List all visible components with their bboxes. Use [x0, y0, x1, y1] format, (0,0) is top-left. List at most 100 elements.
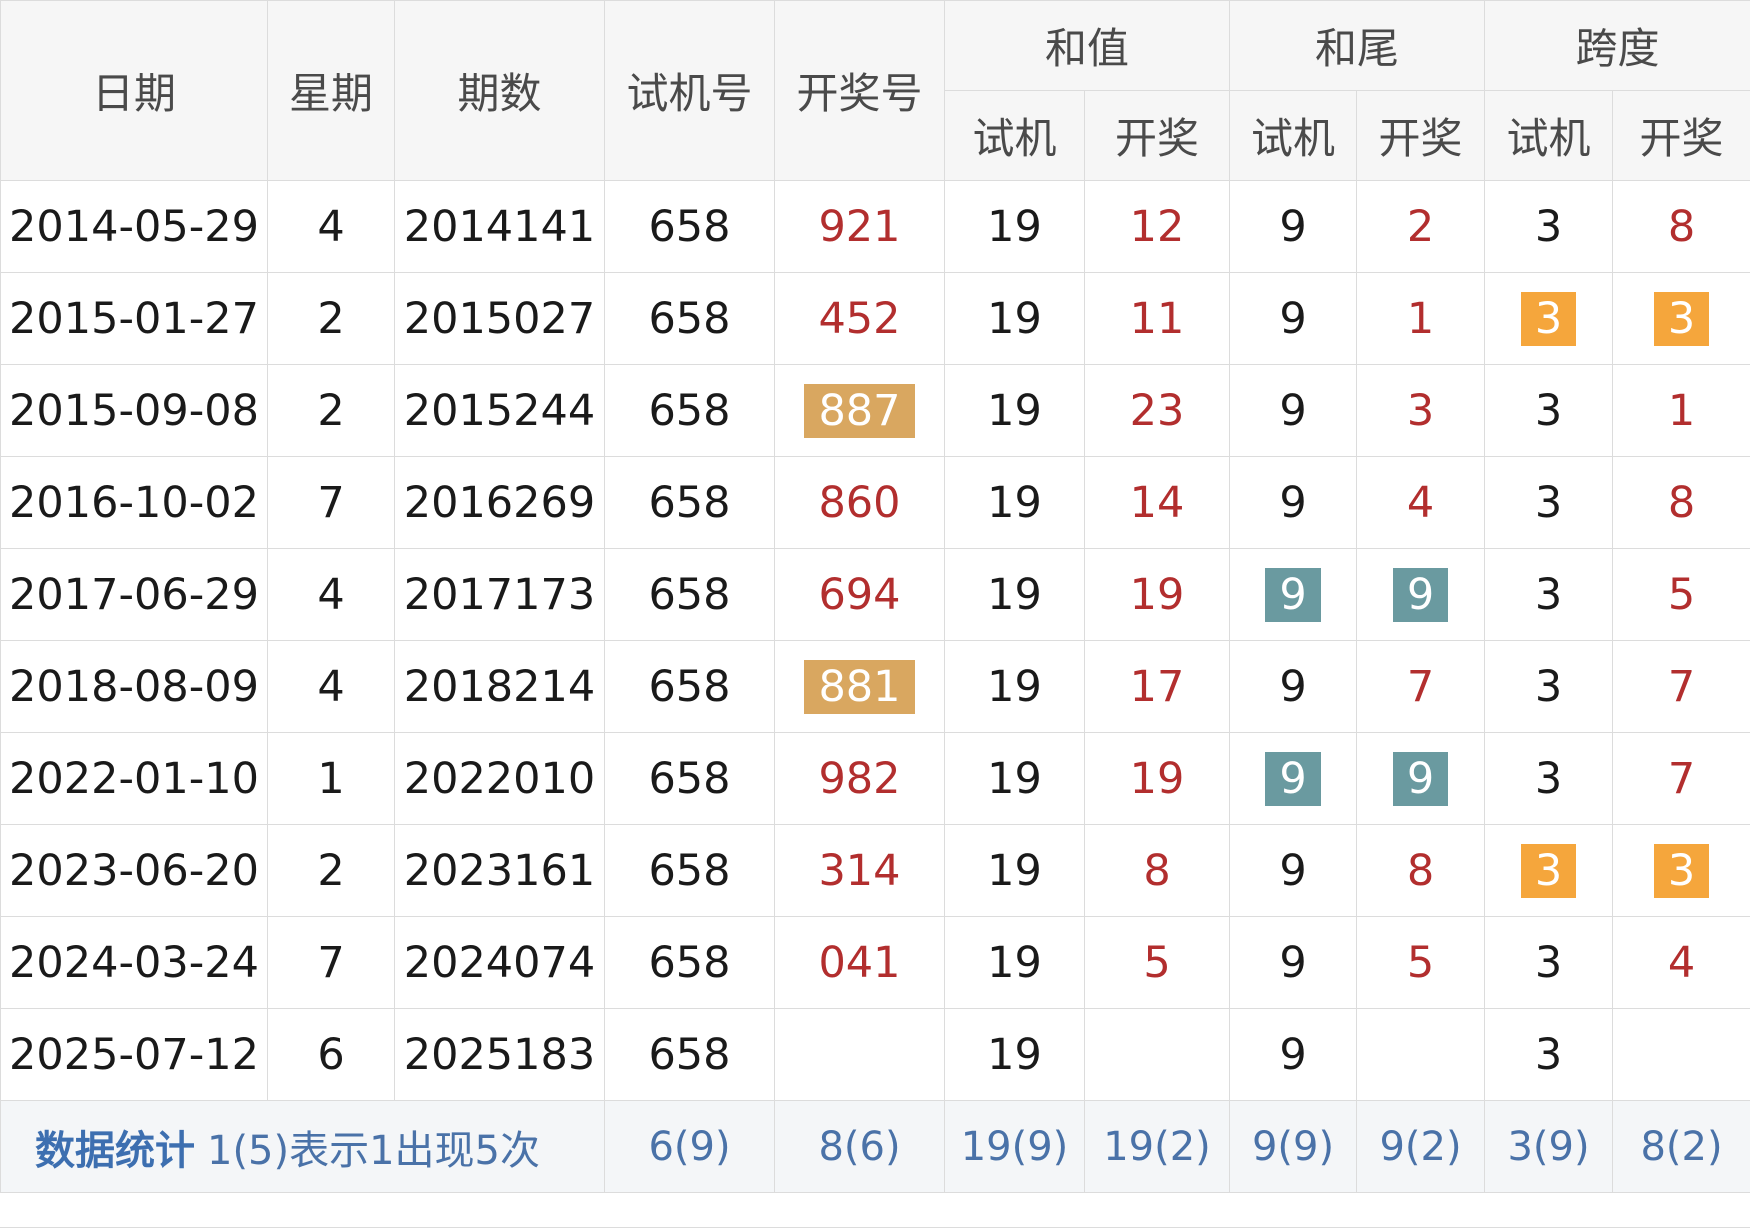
cell-test-number: 658 [604, 364, 775, 457]
cell-date: 2023-06-20 [0, 824, 268, 917]
cell-span-draw: 3 [1612, 824, 1750, 917]
cell-span-draw: 8 [1612, 456, 1750, 549]
cell-span-draw: 7 [1612, 640, 1750, 733]
cell-date: 2024-03-24 [0, 916, 268, 1009]
cell-test-number: 658 [604, 456, 775, 549]
cell-tail-draw: 5 [1356, 916, 1486, 1009]
cell-span-test: 3 [1484, 824, 1614, 917]
cell-span-test: 3 [1484, 640, 1614, 733]
stats-tail-draw: 9(2) [1356, 1100, 1486, 1193]
cell-weekday: 4 [267, 180, 395, 273]
cell-date: 2014-05-29 [0, 180, 268, 273]
cell-tail-test: 9 [1229, 272, 1358, 365]
cell-sum-draw: 5 [1083, 916, 1231, 1009]
table-bottom-edge [0, 1193, 1750, 1228]
cell-period: 2022010 [394, 732, 605, 825]
cell-test-number: 658 [604, 1008, 775, 1101]
table-row: 2023-06-20 2 2023161 658 314 19 8 9 8 3 … [0, 824, 1750, 917]
highlight-badge: 3 [1520, 291, 1577, 346]
highlight-badge: 9 [1392, 751, 1449, 806]
cell-sum-draw: 19 [1083, 548, 1231, 641]
table-row: 2015-09-08 2 2015244 658 887 19 23 9 3 3… [0, 364, 1750, 457]
cell-period: 2016269 [394, 456, 605, 549]
cell-sum-test: 19 [944, 916, 1085, 1009]
stats-label: 数据统计 1(5)表示1出现5次 [0, 1100, 605, 1193]
cell-weekday: 2 [267, 364, 395, 457]
table-row: 2014-05-29 4 2014141 658 921 19 12 9 2 3… [0, 180, 1750, 273]
cell-sum-draw: 19 [1083, 732, 1231, 825]
stats-test-number: 6(9) [604, 1100, 775, 1193]
stats-span-test: 3(9) [1484, 1100, 1614, 1193]
cell-period: 2025183 [394, 1008, 605, 1101]
table-row: 2016-10-02 7 2016269 658 860 19 14 9 4 3… [0, 456, 1750, 549]
stats-draw-number: 8(6) [774, 1100, 945, 1193]
cell-draw-number: 694 [774, 548, 945, 641]
cell-period: 2018214 [394, 640, 605, 733]
cell-span-test: 3 [1484, 732, 1614, 825]
cell-tail-draw: 9 [1356, 548, 1486, 641]
cell-period: 2023161 [394, 824, 605, 917]
header-date: 日期 [0, 0, 268, 181]
cell-tail-draw [1356, 1008, 1486, 1101]
cell-tail-test: 9 [1229, 640, 1358, 733]
cell-weekday: 2 [267, 824, 395, 917]
cell-tail-test: 9 [1229, 732, 1358, 825]
stats-sum-draw: 19(2) [1083, 1100, 1231, 1193]
table-row: 2017-06-29 4 2017173 658 694 19 19 9 9 3… [0, 548, 1750, 641]
cell-span-draw: 3 [1612, 272, 1750, 365]
header-test-number: 试机号 [604, 0, 775, 181]
cell-date: 2015-09-08 [0, 364, 268, 457]
header-span: 跨度 [1484, 0, 1750, 91]
cell-span-draw: 4 [1612, 916, 1750, 1009]
cell-tail-test: 9 [1229, 548, 1358, 641]
cell-span-draw [1612, 1008, 1750, 1101]
table-row: 2018-08-09 4 2018214 658 881 19 17 9 7 3… [0, 640, 1750, 733]
cell-weekday: 7 [267, 456, 395, 549]
cell-date: 2015-01-27 [0, 272, 268, 365]
cell-span-test: 3 [1484, 916, 1614, 1009]
cell-tail-draw: 3 [1356, 364, 1486, 457]
stats-note: 1(5)表示1出现5次 [207, 1127, 541, 1174]
table-row: 2022-01-10 1 2022010 658 982 19 19 9 9 3… [0, 732, 1750, 825]
cell-span-test: 3 [1484, 180, 1614, 273]
subheader-sum-test: 试机 [944, 90, 1085, 181]
cell-tail-test: 9 [1229, 180, 1358, 273]
subheader-span-draw: 开奖 [1612, 90, 1750, 181]
cell-test-number: 658 [604, 640, 775, 733]
cell-period: 2024074 [394, 916, 605, 1009]
highlight-badge: 3 [1653, 291, 1710, 346]
cell-span-draw: 7 [1612, 732, 1750, 825]
cell-period: 2017173 [394, 548, 605, 641]
cell-test-number: 658 [604, 824, 775, 917]
cell-tail-draw: 9 [1356, 732, 1486, 825]
stats-span-draw: 8(2) [1612, 1100, 1750, 1193]
cell-sum-draw: 8 [1083, 824, 1231, 917]
subheader-span-test: 试机 [1484, 90, 1614, 181]
cell-tail-draw: 2 [1356, 180, 1486, 273]
stats-row: 数据统计 1(5)表示1出现5次 6(9) 8(6) 19(9) 19(2) 9(… [0, 1100, 1750, 1193]
cell-test-number: 658 [604, 916, 775, 1009]
cell-date: 2022-01-10 [0, 732, 268, 825]
subheader-sum-draw: 开奖 [1083, 90, 1231, 181]
cell-span-test: 3 [1484, 1008, 1614, 1101]
cell-tail-test: 9 [1229, 364, 1358, 457]
cell-span-draw: 1 [1612, 364, 1750, 457]
cell-draw-number: 921 [774, 180, 945, 273]
cell-span-test: 3 [1484, 548, 1614, 641]
cell-sum-test: 19 [944, 824, 1085, 917]
cell-sum-draw: 11 [1083, 272, 1231, 365]
cell-span-test: 3 [1484, 456, 1614, 549]
cell-weekday: 4 [267, 640, 395, 733]
cell-tail-test: 9 [1229, 916, 1358, 1009]
header-weekday: 星期 [267, 0, 395, 181]
cell-test-number: 658 [604, 272, 775, 365]
cell-tail-test: 9 [1229, 456, 1358, 549]
cell-tail-draw: 7 [1356, 640, 1486, 733]
highlight-badge: 3 [1653, 843, 1710, 898]
cell-span-test: 3 [1484, 364, 1614, 457]
cell-sum-test: 19 [944, 1008, 1085, 1101]
header-sum: 和值 [943, 0, 1231, 91]
cell-sum-draw: 17 [1083, 640, 1231, 733]
highlight-badge: 9 [1265, 751, 1321, 806]
stats-tail-test: 9(9) [1229, 1100, 1358, 1193]
